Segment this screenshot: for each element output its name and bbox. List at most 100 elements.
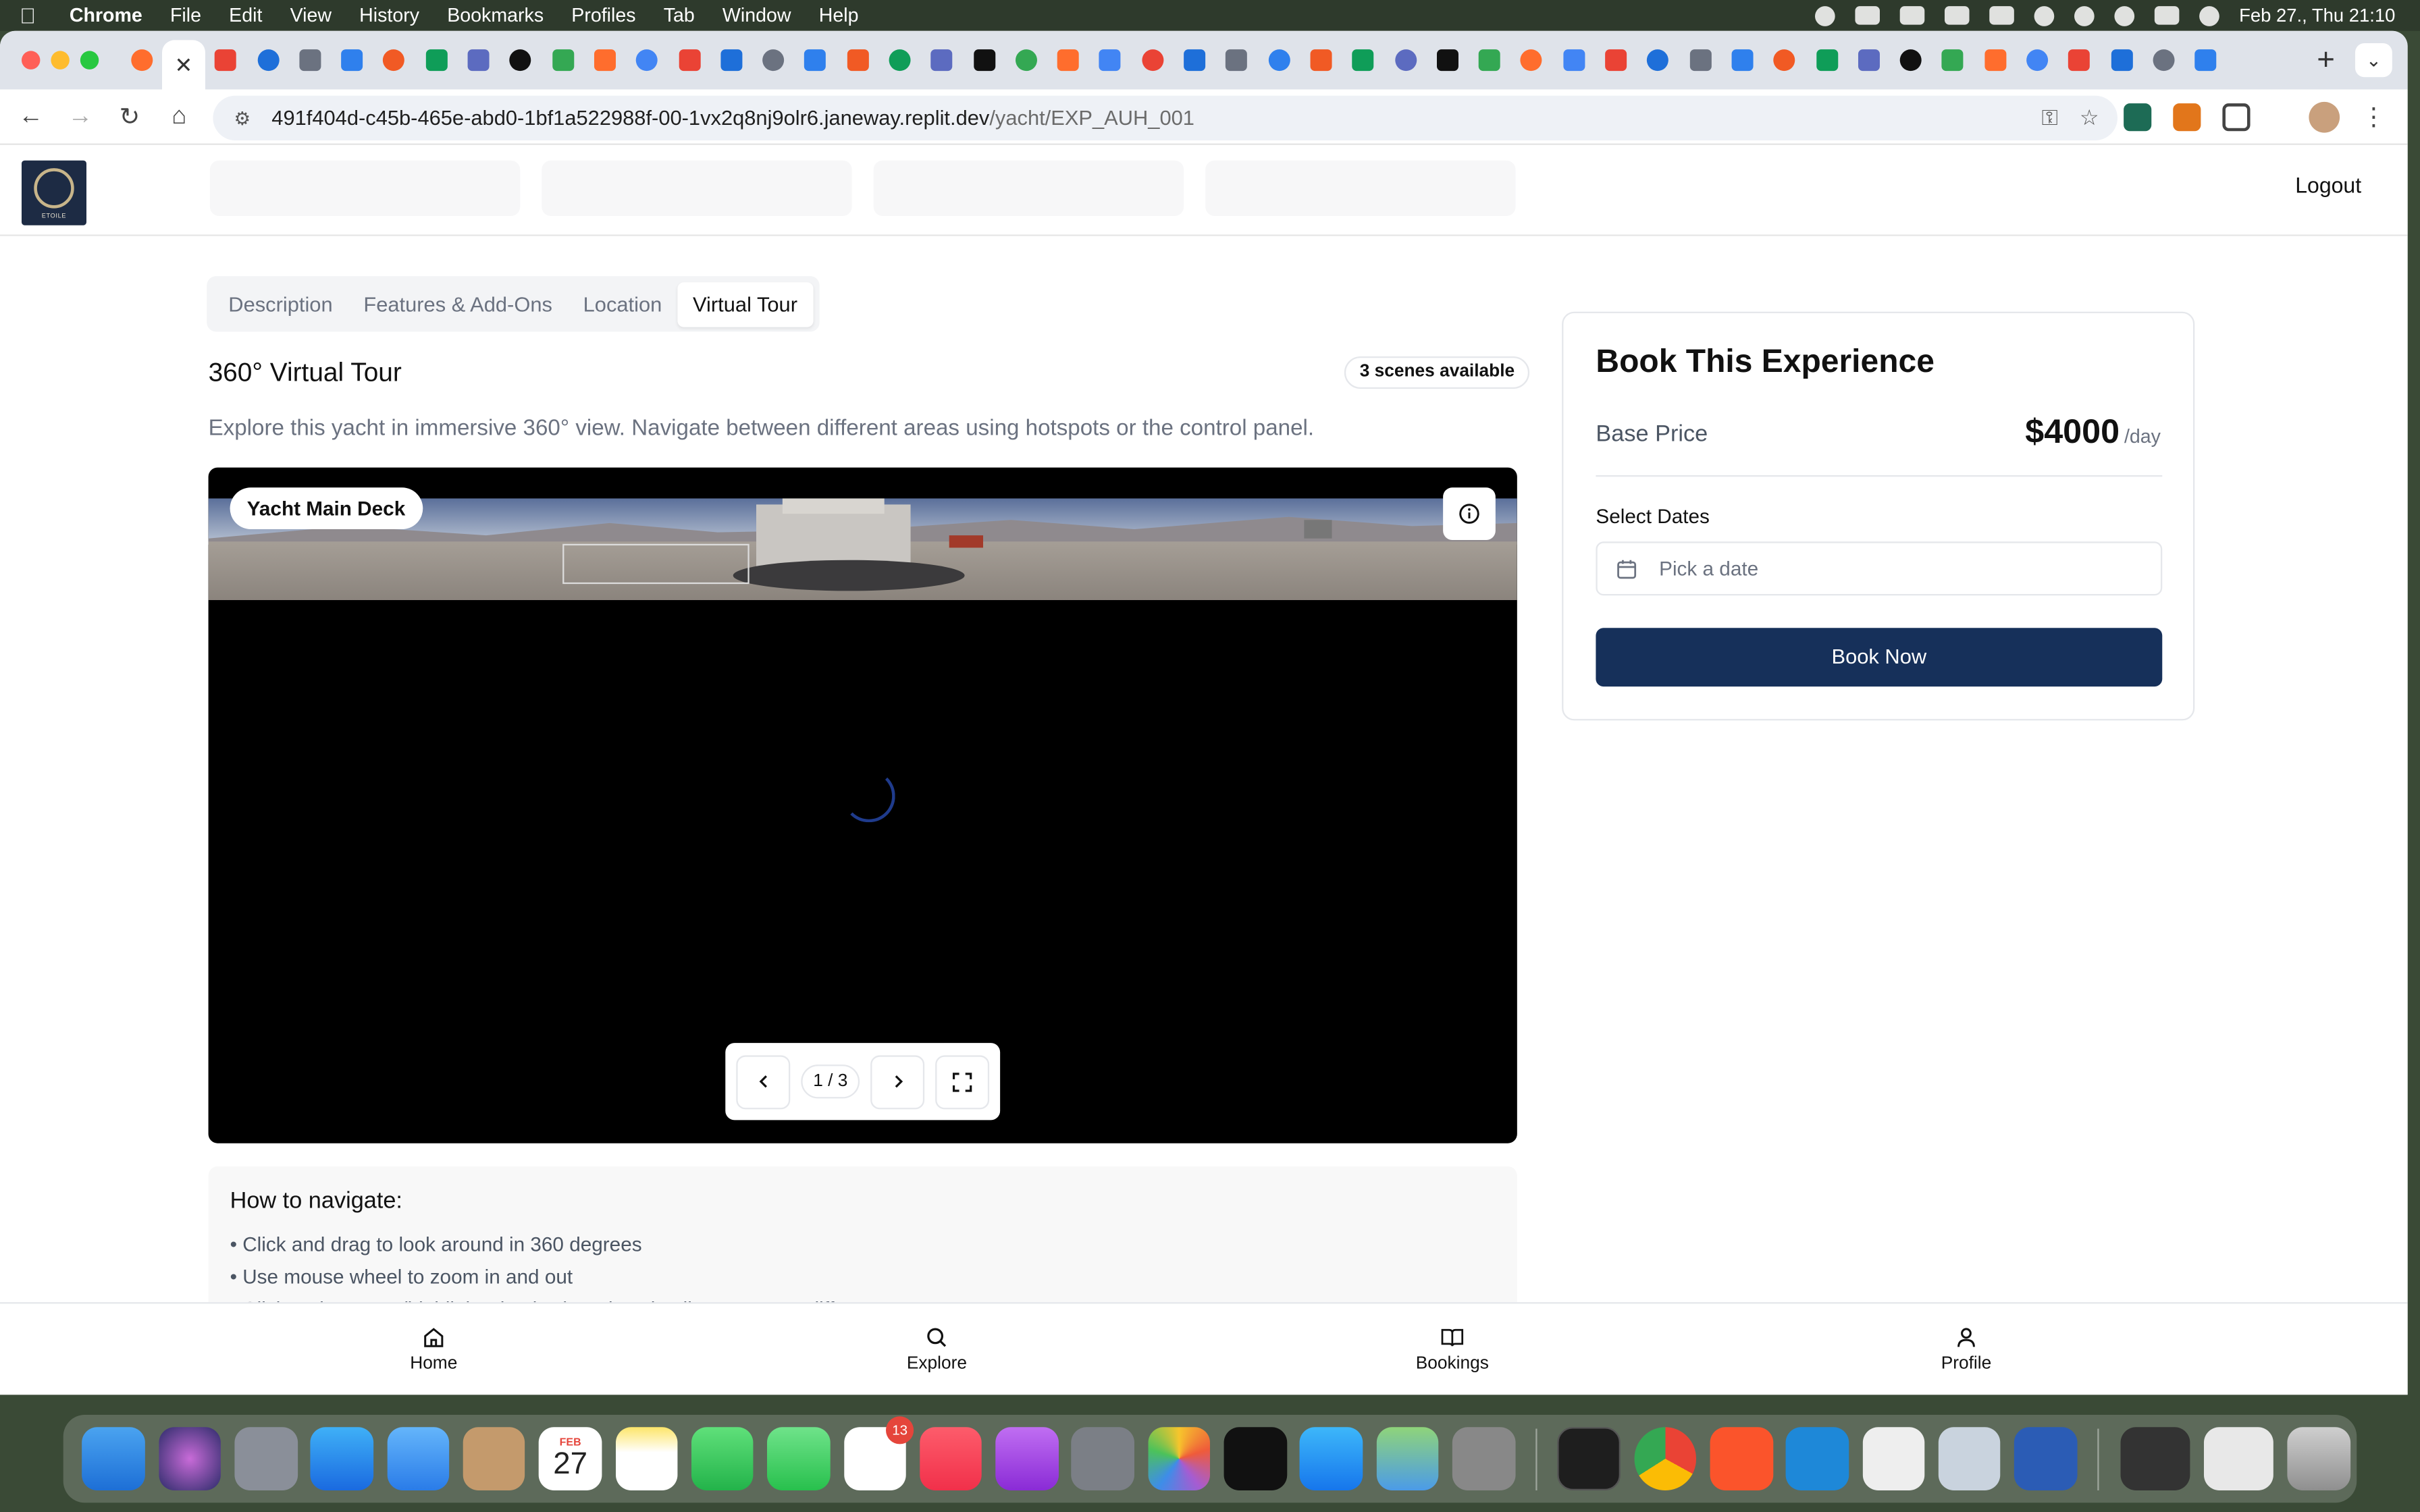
mail-icon[interactable] — [386, 1427, 450, 1490]
notes-icon[interactable] — [615, 1427, 678, 1490]
facetime-icon[interactable] — [691, 1427, 754, 1490]
nav-home[interactable]: Home — [372, 1325, 496, 1373]
photos-icon[interactable] — [1148, 1427, 1211, 1490]
menu-tab[interactable]: Tab — [650, 5, 708, 26]
browser-tab[interactable] — [1384, 37, 1426, 84]
browser-tab[interactable] — [2058, 37, 2100, 84]
user-switch-icon[interactable] — [2034, 5, 2054, 26]
browser-tab[interactable] — [1932, 37, 1974, 84]
wifi-icon[interactable] — [1989, 6, 2014, 25]
menubar-clock[interactable]: Feb 27., Thu 21:10 — [2239, 5, 2395, 26]
chrome-icon[interactable] — [1633, 1427, 1697, 1490]
creative-cloud-icon[interactable] — [1814, 5, 1835, 26]
browser-tab[interactable] — [710, 37, 752, 84]
address-bar[interactable]: ⚙ 491f404d-c45b-465e-abd0-1bf1a522988f-0… — [213, 95, 2118, 140]
profile-avatar[interactable] — [2309, 101, 2340, 133]
browser-tab[interactable] — [1595, 37, 1637, 84]
panorama-viewer[interactable]: Yacht Main Deck 1 / 3 — [208, 467, 1517, 1143]
browser-tab[interactable] — [795, 37, 837, 84]
siri-icon[interactable] — [158, 1427, 221, 1490]
tab-features-addons[interactable]: Features & Add-Ons — [348, 281, 567, 326]
browser-tab[interactable] — [2101, 37, 2142, 84]
browser-tab[interactable] — [1847, 37, 1889, 84]
nav-profile[interactable]: Profile — [1905, 1325, 2028, 1373]
bookmark-star-icon[interactable]: ☆ — [2080, 105, 2099, 131]
messages-icon[interactable] — [767, 1427, 831, 1490]
site-logo[interactable]: ETOILE — [21, 160, 86, 225]
control-center-icon[interactable] — [2154, 6, 2179, 25]
vscode-icon[interactable] — [1786, 1427, 1849, 1490]
apple-icon[interactable]:  — [0, 3, 55, 28]
browser-tab-active[interactable]: ✕ — [162, 40, 205, 90]
extension-metamask-icon[interactable] — [2173, 103, 2201, 132]
browser-tab[interactable] — [1005, 37, 1047, 84]
word-icon[interactable] — [2014, 1427, 2077, 1490]
calendar-app-icon[interactable]: FEB 27 — [539, 1427, 602, 1490]
maps-icon[interactable] — [1376, 1427, 1439, 1490]
menu-window[interactable]: Window — [708, 5, 805, 26]
brave-icon[interactable] — [1710, 1427, 1773, 1490]
browser-tab[interactable] — [246, 37, 288, 84]
iphone-mirroring-icon[interactable] — [1452, 1427, 1515, 1490]
minimized-window-thumbnail[interactable] — [2203, 1427, 2274, 1490]
preview-icon[interactable] — [1938, 1427, 2001, 1490]
reload-icon[interactable]: ↻ — [105, 101, 154, 132]
browser-tab[interactable] — [289, 37, 331, 84]
browser-tab[interactable] — [1510, 37, 1552, 84]
browser-tab[interactable] — [457, 37, 499, 84]
extensions-puzzle-icon[interactable] — [2222, 103, 2251, 132]
fullscreen-button[interactable] — [935, 1054, 990, 1109]
time-machine-icon[interactable] — [2074, 5, 2095, 26]
trash-icon[interactable] — [2287, 1427, 2350, 1490]
browser-tab[interactable] — [1089, 37, 1131, 84]
book-now-button[interactable]: Book Now — [1596, 628, 2163, 687]
menu-view[interactable]: View — [276, 5, 346, 26]
menu-edit[interactable]: Edit — [215, 5, 276, 26]
music-icon[interactable] — [919, 1427, 982, 1490]
nav-explore[interactable]: Explore — [875, 1325, 999, 1373]
app-store-icon[interactable] — [1300, 1427, 1363, 1490]
launchpad-icon[interactable] — [234, 1427, 298, 1490]
tab-description[interactable]: Description — [213, 281, 348, 326]
home-browser-icon[interactable]: ⌂ — [155, 103, 204, 130]
siri-icon[interactable] — [2199, 5, 2219, 26]
browser-tab[interactable] — [373, 37, 415, 84]
password-key-icon[interactable]: ⚿ — [2041, 105, 2057, 131]
date-picker-input[interactable]: Pick a date — [1596, 541, 2163, 596]
browser-tab[interactable] — [752, 37, 794, 84]
nav-bookings[interactable]: Bookings — [1390, 1325, 1514, 1373]
browser-tab[interactable] — [963, 37, 1005, 84]
browser-tab[interactable] — [415, 37, 457, 84]
terminal-icon[interactable] — [1557, 1427, 1621, 1490]
gmail-icon[interactable] — [1899, 6, 1924, 25]
browser-tab[interactable] — [1553, 37, 1595, 84]
system-settings-icon[interactable] — [1072, 1427, 1134, 1490]
minimized-window-thumbnail[interactable] — [2120, 1427, 2190, 1490]
browser-tab[interactable] — [1806, 37, 1847, 84]
previous-scene-button[interactable] — [736, 1054, 791, 1109]
browser-tab[interactable] — [1469, 37, 1510, 84]
browser-tab[interactable] — [837, 37, 878, 84]
podcasts-icon[interactable] — [995, 1427, 1059, 1490]
apple-tv-icon[interactable] — [1224, 1427, 1287, 1490]
browser-tab[interactable] — [1890, 37, 1932, 84]
site-info-icon[interactable]: ⚙ — [226, 107, 259, 129]
browser-tab[interactable] — [921, 37, 963, 84]
browser-tab[interactable] — [1426, 37, 1468, 84]
browser-tab[interactable] — [1679, 37, 1721, 84]
browser-tab[interactable] — [1174, 37, 1215, 84]
browser-tab[interactable] — [1258, 37, 1300, 84]
browser-tab[interactable] — [2142, 37, 2184, 84]
browser-tab[interactable] — [1974, 37, 2016, 84]
browser-tab[interactable] — [584, 37, 626, 84]
browser-tab[interactable] — [1047, 37, 1089, 84]
menu-history[interactable]: History — [346, 5, 433, 26]
menu-file[interactable]: File — [156, 5, 215, 26]
browser-tab[interactable] — [120, 37, 162, 84]
browser-tab[interactable] — [542, 37, 583, 84]
browser-tab[interactable] — [331, 37, 373, 84]
chrome-menu-icon[interactable]: ⋮ — [2361, 102, 2386, 133]
minimize-window-button[interactable] — [51, 51, 70, 70]
browser-tab[interactable] — [1637, 37, 1679, 84]
dropbox-icon[interactable] — [1854, 6, 1880, 25]
